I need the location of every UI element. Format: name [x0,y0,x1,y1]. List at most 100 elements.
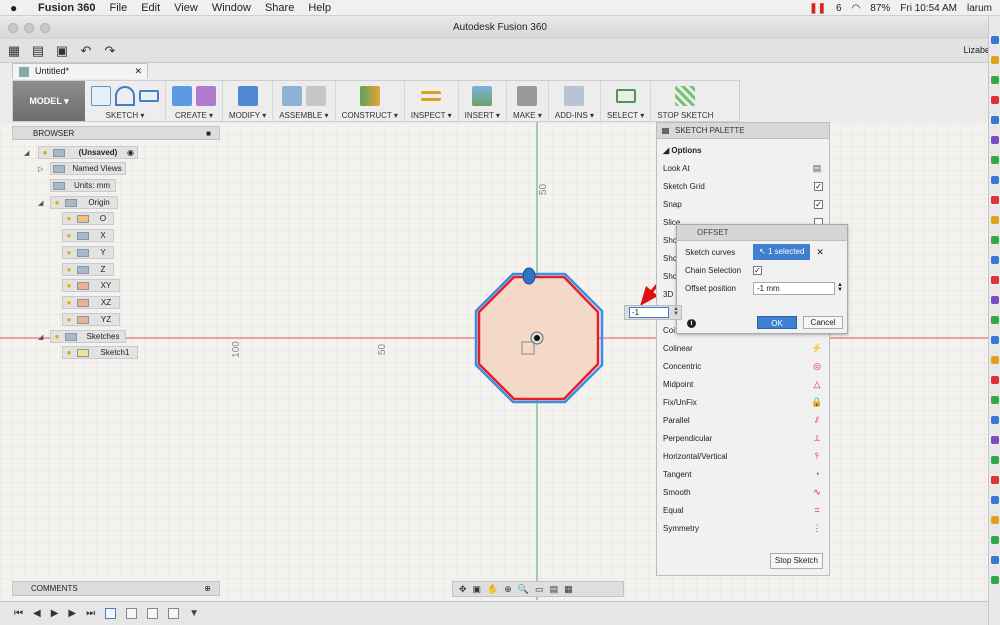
constraint-smooth[interactable]: Smooth ∿ [663,483,823,501]
make-3d-print-icon[interactable] [517,86,538,106]
new-component-icon[interactable] [281,86,302,106]
menu-help[interactable]: Help [308,2,331,14]
dock-app-icon[interactable] [991,56,999,64]
offset-dialog-title[interactable]: OFFSET [677,225,847,241]
wifi-icon[interactable]: ◠ [852,3,861,14]
display-settings-icon[interactable]: ▭ [535,584,544,595]
dock-app-icon[interactable] [991,236,999,244]
options-toggle-icon[interactable]: ◢ [663,146,671,155]
rectangle-icon[interactable] [139,90,159,102]
constraint-equal[interactable]: Equal = [663,501,823,519]
browser-xy-plane[interactable]: ● XY [62,279,120,292]
dock-app-icon[interactable] [991,356,999,364]
constraint-symmetry[interactable]: Symmetry ⋮ [663,519,823,537]
offset-drag-handle[interactable] [522,267,536,285]
timeline-item[interactable] [147,608,159,619]
dock-app-icon[interactable] [991,476,999,484]
form-icon[interactable] [196,86,216,106]
dock-app-icon[interactable] [991,116,999,124]
dock-app-icon[interactable] [991,296,999,304]
visibility-bulb-icon[interactable]: ● [39,147,51,159]
canvas-graphics[interactable] [0,122,990,600]
option-sketch-grid[interactable]: Sketch Grid ✓ [663,177,823,195]
stop-sketch-group[interactable]: STOP SKETCH [651,81,719,121]
constraint-colinear[interactable]: Colinear ⚡ [663,339,823,357]
browser-y-axis[interactable]: ● Y [62,246,114,259]
constraint-horizontal-vertical[interactable]: Horizontal/Vertical ⫯ [663,447,823,465]
offset-spinner-icon[interactable]: ▲ ▼ [837,282,843,293]
parallel-icon[interactable]: ⫽ [811,414,823,426]
dock-app-icon[interactable] [991,256,999,264]
file-menu-icon[interactable]: ▤ [28,42,48,60]
close-window-button[interactable] [8,23,18,33]
zoom-icon[interactable]: 🔍 [518,584,529,595]
spline-icon[interactable] [115,86,135,106]
apple-icon[interactable]: ● [10,1,26,15]
menu-view[interactable]: View [174,2,198,14]
constraint-parallel[interactable]: Parallel ⫽ [663,411,823,429]
document-tab[interactable]: Untitled* ✕ [12,63,148,79]
browser-pin-icon[interactable]: ■ [206,127,211,140]
lock-icon[interactable]: 🔒 [811,396,823,408]
menu-share[interactable]: Share [265,2,294,14]
step-back-icon[interactable]: ◀ [33,608,41,619]
smooth-icon[interactable]: ∿ [811,486,823,498]
menu-file[interactable]: File [109,2,127,14]
comments-panel[interactable]: COMMENTS ⊕ [12,581,220,596]
dock-app-icon[interactable] [991,576,999,584]
constraint-perpendicular[interactable]: Perpendicular ⟂ [663,429,823,447]
browser-sketch1[interactable]: ● Sketch1 [62,346,138,359]
concentric-icon[interactable]: ◎ [811,360,823,372]
workspace-switcher[interactable]: MODEL ▾ [13,81,85,121]
collapse-sketches-icon[interactable]: ◢ [38,333,43,341]
sketches-bulb-icon[interactable]: ● [51,331,63,343]
browser-sketches[interactable]: ● Sketches [50,330,126,343]
app-menu[interactable]: Fusion 360 [38,2,95,14]
collapse-root-icon[interactable]: ◢ [24,149,29,157]
browser-units[interactable]: Units: mm [50,179,116,192]
redo-icon[interactable]: ↷ [100,42,120,60]
collapse-origin-icon[interactable]: ◢ [38,199,43,207]
go-to-end-icon[interactable]: ⏭ [86,608,95,619]
account-name[interactable]: Lizabe [963,45,990,55]
browser-xz-plane[interactable]: ● XZ [62,296,120,309]
addins-group[interactable]: ADD-INS ▾ [549,81,602,121]
sketch1-bulb-icon[interactable]: ● [63,347,75,359]
press-pull-icon[interactable] [237,86,258,106]
scripts-addins-icon[interactable] [564,86,585,106]
constraint-midpoint[interactable]: Midpoint △ [663,375,823,393]
clock[interactable]: Fri 10:54 AM [900,3,957,14]
timeline-marker-icon[interactable]: ▼ [189,608,199,619]
undo-icon[interactable]: ↶ [76,42,96,60]
constraint-tangent[interactable]: Tangent ◔ [663,465,823,483]
sketch-curves-selection[interactable]: ↖ 1 selected [753,244,811,260]
dock-app-icon[interactable] [991,416,999,424]
browser-origin[interactable]: ● Origin [50,196,118,209]
constraint-fix-unfix[interactable]: Fix/UnFix 🔒 [663,393,823,411]
ok-button[interactable]: OK [757,316,797,329]
info-icon[interactable]: i [687,319,696,328]
bulb-icon[interactable]: ● [63,280,75,292]
browser-root-node[interactable]: ● (Unsaved) ◉ [38,146,138,159]
dock-app-icon[interactable] [991,216,999,224]
bulb-icon[interactable]: ● [63,264,75,276]
viewports-icon[interactable]: ▦ [564,584,573,595]
construct-group[interactable]: CONSTRUCT ▾ [336,81,405,121]
dock-app-icon[interactable] [991,376,999,384]
dock-app-icon[interactable] [991,336,999,344]
browser-origin-point[interactable]: ● O [62,212,114,225]
dock-app-icon[interactable] [991,76,999,84]
origin-bulb-icon[interactable]: ● [51,197,63,209]
clear-selection-icon[interactable]: ✕ [816,247,824,258]
perpendicular-icon[interactable]: ⟂ [811,432,823,444]
live-spinner-icon[interactable]: ▲ ▼ [673,306,679,317]
option-snap[interactable]: Snap ✓ [663,195,823,213]
extrude-icon[interactable] [172,86,192,106]
timeline-item[interactable] [126,608,138,619]
stop-sketch-button[interactable]: Stop Sketch [769,553,823,569]
browser-named-views[interactable]: Named Views [50,162,126,175]
insert-group[interactable]: INSERT ▾ [459,81,507,121]
offset-live-field[interactable]: -1 [629,307,669,318]
bulb-icon[interactable]: ● [63,314,75,326]
browser-header[interactable]: BROWSER ■ [12,126,220,140]
